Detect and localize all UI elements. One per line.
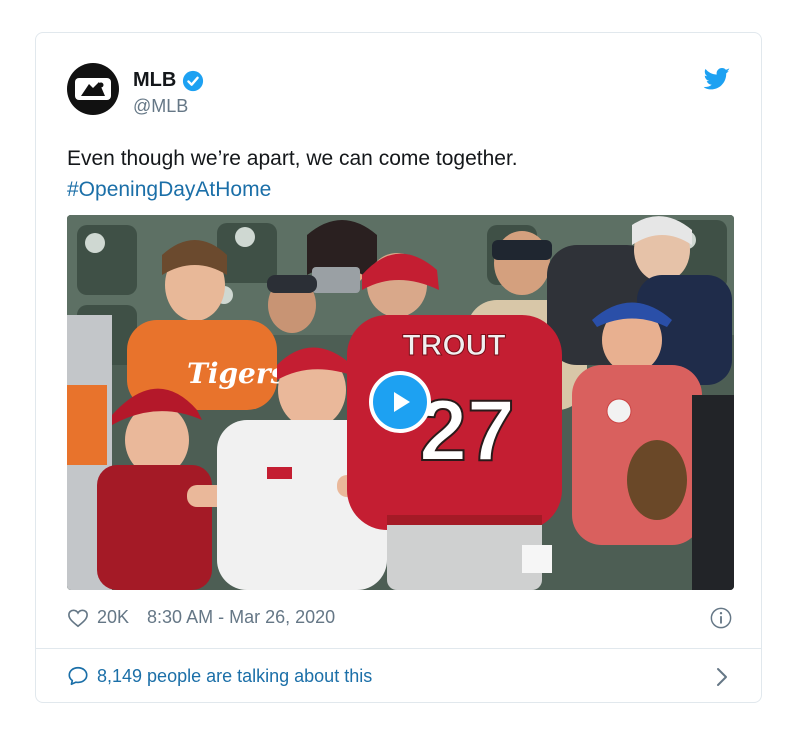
- chevron-right-icon[interactable]: [715, 667, 729, 687]
- heart-icon[interactable]: [67, 608, 89, 628]
- hashtag-link[interactable]: #OpeningDayAtHome: [67, 174, 518, 205]
- tweet-timestamp[interactable]: 8:30 AM - Mar 26, 2020: [147, 607, 335, 628]
- mlb-avatar[interactable]: [67, 63, 119, 115]
- talking-count-text[interactable]: 8,149 people are talking about this: [97, 666, 372, 687]
- jersey-number: 27: [419, 383, 515, 479]
- play-button[interactable]: [369, 371, 431, 433]
- verified-badge-icon: [183, 70, 204, 91]
- info-icon[interactable]: [710, 607, 732, 629]
- divider: [36, 648, 761, 649]
- orange-shirt-text: Tigers: [187, 357, 287, 390]
- author-display-name[interactable]: MLB: [133, 69, 176, 92]
- tweet-metadata: 20K 8:30 AM - Mar 26, 2020: [67, 607, 335, 628]
- embedded-tweet-card[interactable]: MLB @MLB Even though we’re apart, we can…: [35, 32, 762, 703]
- twitter-bird-icon[interactable]: [703, 67, 731, 91]
- author-handle[interactable]: @MLB: [133, 96, 188, 117]
- play-icon: [394, 392, 410, 412]
- tweet-body: Even though we’re apart, we can come tog…: [67, 147, 518, 170]
- video-thumbnail[interactable]: Tigers TROUT 27: [67, 215, 734, 590]
- jersey-name: TROUT: [402, 329, 505, 362]
- like-count[interactable]: 20K: [97, 607, 129, 628]
- conversation-link[interactable]: 8,149 people are talking about this: [67, 665, 372, 687]
- mlb-logo-icon: [75, 78, 111, 100]
- author-name-row: MLB: [133, 69, 204, 92]
- tweet-text: Even though we’re apart, we can come tog…: [67, 143, 518, 205]
- speech-bubble-icon: [68, 666, 88, 686]
